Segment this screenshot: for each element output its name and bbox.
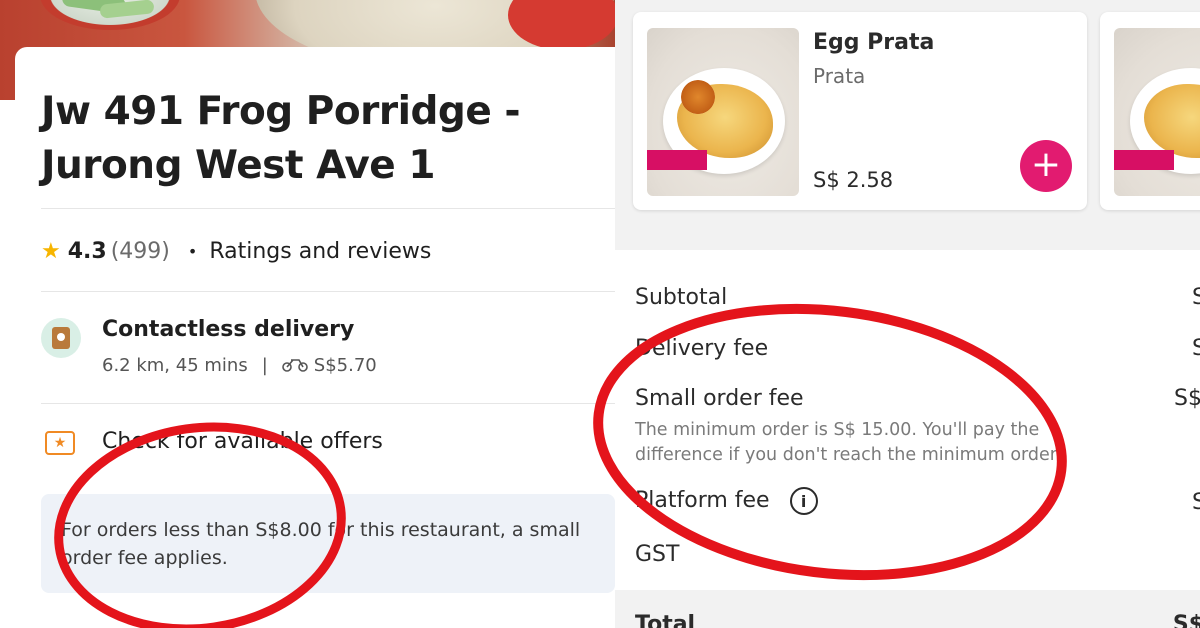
image-badge	[1114, 150, 1174, 170]
star-icon: ★	[41, 238, 61, 264]
distance-time: 6.2 km, 45 mins	[102, 355, 248, 376]
menu-item-image	[647, 28, 799, 196]
curry-bowl	[681, 80, 715, 114]
divider	[41, 403, 615, 404]
delivery-title: Contactless delivery	[102, 317, 355, 342]
restaurant-info-card: Jw 491 Frog Porridge - Jurong West Ave 1…	[15, 47, 615, 607]
menu-item-category: Prata	[813, 64, 866, 88]
menu-item-image	[1114, 28, 1200, 196]
delivery-fee: S$5.70	[313, 355, 377, 376]
total-value: S$	[1172, 612, 1200, 628]
meta-separator: |	[261, 355, 268, 376]
available-offers-link[interactable]: Check for available offers	[102, 429, 383, 454]
rating-row[interactable]: ★ 4.3 (499) • Ratings and reviews	[41, 234, 431, 268]
small-order-fee-note: The minimum order is S$ 15.00. You'll pa…	[635, 420, 1061, 465]
menu-item-card[interactable]: Egg Prata Prata S$ 2.58 +	[633, 12, 1087, 210]
rating-count: (499)	[110, 238, 170, 264]
restaurant-panel: Jw 491 Frog Porridge - Jurong West Ave 1…	[0, 0, 615, 628]
delivery-fee-value: S	[1192, 336, 1200, 361]
info-icon[interactable]: i	[789, 487, 818, 515]
menu-item-price: S$ 2.58	[813, 168, 894, 192]
rating-value: 4.3	[67, 238, 107, 264]
image-badge	[647, 150, 707, 170]
platform-fee-label: Platform fee	[635, 488, 770, 513]
ticket-icon: ★	[45, 431, 75, 455]
divider	[41, 291, 615, 292]
ratings-reviews-link[interactable]: Ratings and reviews	[209, 239, 431, 264]
restaurant-name: Jw 491 Frog Porridge - Jurong West Ave 1	[41, 89, 521, 188]
divider	[41, 208, 615, 209]
platform-fee-row: Platform fee i	[635, 487, 818, 515]
bullet-separator: •	[187, 241, 198, 261]
delivery-fee-label: Delivery fee	[635, 336, 769, 361]
delivery-meta: 6.2 km, 45 mins | S$5.70	[102, 355, 377, 376]
gst-label: GST	[635, 542, 680, 567]
platform-fee-value: S	[1192, 490, 1200, 515]
menu-item-name: Egg Prata	[813, 30, 935, 55]
delivery-bag-icon	[41, 318, 81, 358]
small-order-notice: For orders less than S$8.00 for this res…	[41, 494, 615, 593]
small-order-fee-label: Small order fee	[635, 386, 804, 411]
total-label: Total	[635, 612, 696, 628]
subtotal-label: Subtotal	[635, 285, 728, 310]
small-order-fee-value: S$	[1174, 386, 1200, 411]
add-item-button[interactable]: +	[1020, 140, 1072, 192]
menu-item-card[interactable]	[1100, 12, 1200, 210]
cart-panel: Egg Prata Prata S$ 2.58 + Subtotal S Del…	[615, 0, 1200, 628]
subtotal-value: S	[1192, 285, 1200, 310]
bike-icon	[281, 356, 308, 376]
order-summary: Subtotal S Delivery fee S Small order fe…	[615, 250, 1200, 590]
